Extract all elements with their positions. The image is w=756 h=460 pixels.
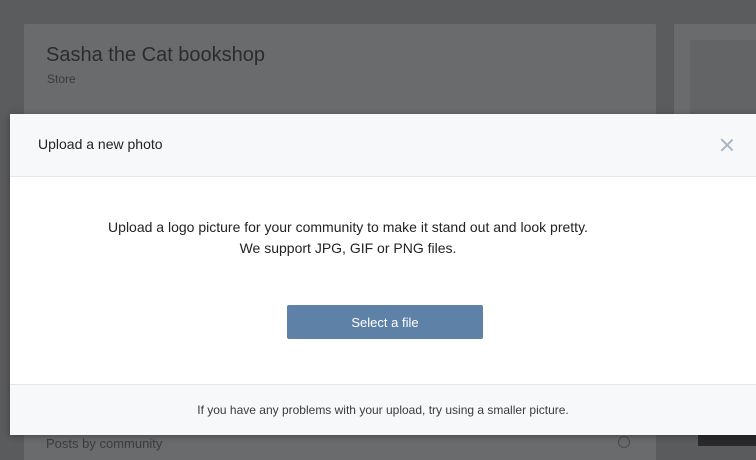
upload-description-line-1: Upload a logo picture for your community… <box>108 219 588 235</box>
select-file-button[interactable]: Select a file <box>287 305 483 339</box>
dialog-title: Upload a new photo <box>38 136 163 152</box>
dialog-footer: If you have any problems with your uploa… <box>10 384 756 435</box>
close-icon[interactable] <box>716 134 738 156</box>
search-icon <box>618 436 630 448</box>
dialog-body: Upload a logo picture for your community… <box>10 177 756 383</box>
community-name: Sasha the Cat bookshop <box>46 44 266 66</box>
upload-photo-dialog: Upload a new photo Upload a logo picture… <box>10 114 756 435</box>
community-type: Store <box>47 72 76 86</box>
upload-description: Upload a logo picture for your community… <box>10 217 686 259</box>
upload-help-text: If you have any problems with your uploa… <box>197 403 569 417</box>
posts-by-community-label: Posts by community <box>46 436 163 451</box>
community-avatar-placeholder <box>690 40 756 120</box>
dialog-header: Upload a new photo <box>10 114 756 177</box>
upload-description-line-2: We support JPG, GIF or PNG files. <box>239 240 457 256</box>
